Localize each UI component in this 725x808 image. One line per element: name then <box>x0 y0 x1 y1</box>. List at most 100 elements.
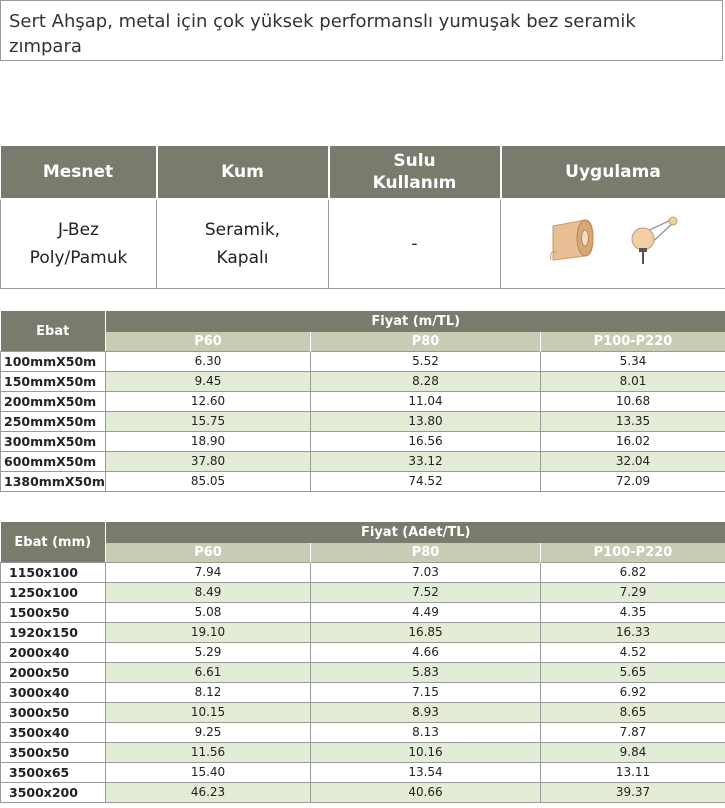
price2-cell-p80: 7.03 <box>310 562 541 583</box>
price2-row: 1920x150 19.10 16.85 16.33 <box>0 622 725 643</box>
price1-row: 100mmX50m 6.30 5.52 5.34 <box>0 351 725 372</box>
spec-row: J-Bez Poly/Pamuk Seramik, Kapalı - <box>0 198 725 289</box>
price2-row: 3500x200 46.23 40.66 39.37 <box>0 782 725 803</box>
price2-cell-p80: 8.13 <box>310 722 541 743</box>
price1-header-group: Fiyat (m/TL) <box>105 311 725 332</box>
spec-header-kum: Kum <box>155 144 330 200</box>
price2-header-row: Ebat (mm) Fiyat (Adet/TL) <box>0 522 725 563</box>
spec-mesnet-line1: J-Bez <box>58 220 99 240</box>
price2-cell-p100: 6.82 <box>540 562 725 583</box>
price2-cell-p100: 7.87 <box>540 722 725 743</box>
price2-cell-size: 1250x100 <box>0 582 106 603</box>
price2-cell-p60: 10.15 <box>105 702 311 723</box>
price2-cell-p60: 15.40 <box>105 762 311 783</box>
price2-cell-p80: 8.93 <box>310 702 541 723</box>
price2-row: 3500x65 15.40 13.54 13.11 <box>0 762 725 783</box>
price2-subheader-row: P60 P80 P100-P220 <box>1 543 725 563</box>
price2-cell-p60: 6.61 <box>105 662 311 683</box>
price2-cell-size: 3000x50 <box>0 702 106 723</box>
price2-cell-p100: 13.11 <box>540 762 725 783</box>
price2-cell-p60: 8.49 <box>105 582 311 603</box>
price1-cell-size: 1380mmX50m <box>0 471 106 492</box>
price1-cell-p100: 72.09 <box>540 471 725 492</box>
price1-cell-size: 600mmX50m <box>0 451 106 472</box>
price1-cell-p80: 33.12 <box>310 451 541 472</box>
price1-cell-p100: 13.35 <box>540 411 725 432</box>
price2-cell-size: 3500x40 <box>0 722 106 743</box>
price2-cell-p80: 7.52 <box>310 582 541 603</box>
price2-cell-size: 2000x40 <box>0 642 106 663</box>
price1-cell-p60: 85.05 <box>105 471 311 492</box>
spec-header-uygulama: Uygulama <box>499 144 725 200</box>
price1-cell-p80: 8.28 <box>310 371 541 392</box>
price2-cell-p100: 39.37 <box>540 782 725 803</box>
price2-row: 3000x40 8.12 7.15 6.92 <box>0 682 725 703</box>
spec-kum-line2: Kapalı <box>216 248 269 268</box>
price1-cell-p60: 18.90 <box>105 431 311 452</box>
price1-cell-p60: 12.60 <box>105 391 311 412</box>
spec-mesnet-line2: Poly/Pamuk <box>29 248 128 268</box>
price2-cell-size: 1500x50 <box>0 602 106 623</box>
price2-cell-p80: 16.85 <box>310 622 541 643</box>
pulley-wheel-icon <box>629 213 679 276</box>
price2-row: 1500x50 5.08 4.49 4.35 <box>0 602 725 623</box>
price2-cell-p60: 9.25 <box>105 722 311 743</box>
price2-body: 1150x100 7.94 7.03 6.82 1250x100 8.49 7.52 7.29… <box>0 562 725 803</box>
price1-row: 250mmX50m 15.75 13.80 13.35 <box>0 411 725 432</box>
spec-kum-line1: Seramik, <box>204 220 281 240</box>
price1-cell-p80: 74.52 <box>310 471 541 492</box>
price2-header-ebat: Ebat (mm) <box>0 522 106 563</box>
price1-cell-p100: 5.34 <box>540 351 725 372</box>
spec-sulu-cell: - <box>328 198 501 289</box>
price1-cell-p80: 5.52 <box>310 351 541 372</box>
price1-row: 1380mmX50m 85.05 74.52 72.09 <box>0 471 725 492</box>
price2-cell-p100: 8.65 <box>540 702 725 723</box>
price2-cell-size: 3000x40 <box>0 682 106 703</box>
price2-cell-size: 3500x65 <box>0 762 106 783</box>
price1-cell-p100: 16.02 <box>540 431 725 452</box>
price1-row: 150mmX50m 9.45 8.28 8.01 <box>0 371 725 392</box>
price1-cell-p60: 9.45 <box>105 371 311 392</box>
spec-header-row: Mesnet Kum Sulu Kullanım Uygulama <box>0 144 725 200</box>
price1-cell-size: 250mmX50m <box>0 411 106 432</box>
price1-col-p80: P80 <box>310 332 541 352</box>
price2-row: 2000x50 6.61 5.83 5.65 <box>0 662 725 683</box>
price2-row: 1250x100 8.49 7.52 7.29 <box>0 582 725 603</box>
price1-col-p60: P60 <box>105 332 311 352</box>
price1-header-ebat: Ebat <box>0 311 106 352</box>
price2-cell-p80: 5.83 <box>310 662 541 683</box>
price2-cell-p80: 10.16 <box>310 742 541 763</box>
product-title: Sert Ahşap, metal için çok yüksek perfor… <box>9 11 636 57</box>
price2-row: 2000x40 5.29 4.66 4.52 <box>0 642 725 663</box>
price2-cell-p60: 5.29 <box>105 642 311 663</box>
price2-cell-p80: 40.66 <box>310 782 541 803</box>
price1-cell-size: 150mmX50m <box>0 371 106 392</box>
price1-row: 300mmX50m 18.90 16.56 16.02 <box>0 431 725 452</box>
price1-cell-p60: 15.75 <box>105 411 311 432</box>
price2-cell-p100: 7.29 <box>540 582 725 603</box>
price2-row: 3500x50 11.56 10.16 9.84 <box>0 742 725 763</box>
price2-col-p100: P100-P220 <box>540 543 725 563</box>
price1-cell-p100: 10.68 <box>540 391 725 412</box>
price2-row: 3000x50 10.15 8.93 8.65 <box>0 702 725 723</box>
product-title-box: Sert Ahşap, metal için çok yüksek perfor… <box>0 0 723 61</box>
price2-cell-p100: 9.84 <box>540 742 725 763</box>
price2-cell-p60: 46.23 <box>105 782 311 803</box>
price1-cell-p60: 37.80 <box>105 451 311 472</box>
price2-cell-p60: 11.56 <box>105 742 311 763</box>
price1-row: 600mmX50m 37.80 33.12 32.04 <box>0 451 725 472</box>
price-table-meter: Ebat Fiyat (m/TL) P60 P80 P100-P220 100m… <box>0 311 725 492</box>
spec-mesnet-cell: J-Bez Poly/Pamuk <box>0 198 157 289</box>
price2-cell-p80: 4.49 <box>310 602 541 623</box>
price-table-piece: Ebat (mm) Fiyat (Adet/TL) P60 P80 P100-P… <box>0 522 725 803</box>
price1-header-row: Ebat Fiyat (m/TL) <box>0 311 725 352</box>
price2-cell-p60: 5.08 <box>105 602 311 623</box>
price2-col-p60: P60 <box>105 543 311 563</box>
price2-cell-size: 3500x200 <box>0 782 106 803</box>
spec-table: Mesnet Kum Sulu Kullanım Uygulama J-Bez … <box>0 144 725 289</box>
price1-row: 200mmX50m 12.60 11.04 10.68 <box>0 391 725 412</box>
price1-col-p100: P100-P220 <box>540 332 725 352</box>
price2-cell-p60: 19.10 <box>105 622 311 643</box>
spec-header-sulu: Sulu Kullanım <box>327 144 502 200</box>
price1-cell-p100: 8.01 <box>540 371 725 392</box>
